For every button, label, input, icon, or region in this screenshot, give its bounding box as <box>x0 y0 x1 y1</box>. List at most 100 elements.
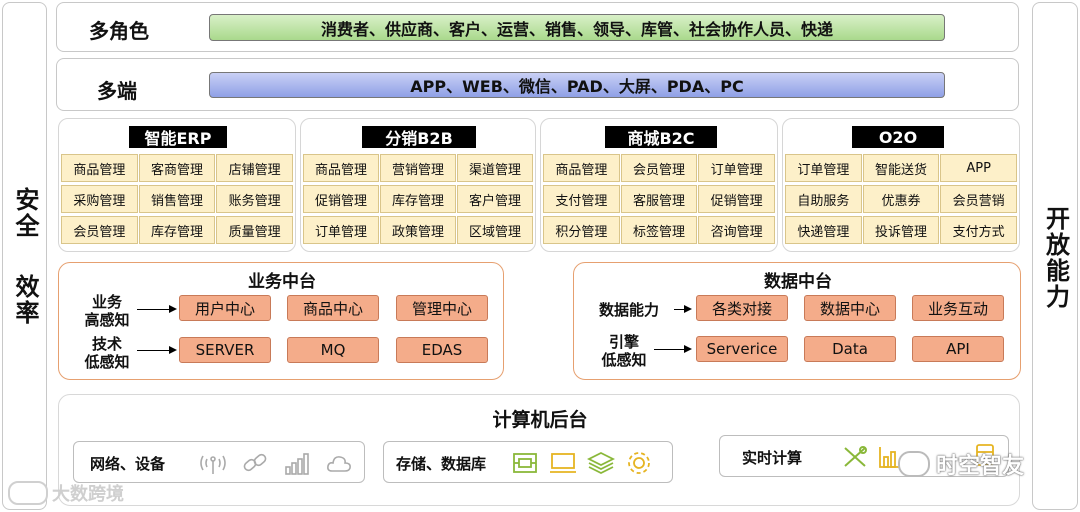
watermark-left: 大数跨境 <box>8 480 124 506</box>
group-b2c-cell: 积分管理 <box>543 216 620 244</box>
cloud-icon <box>324 448 354 478</box>
group-o2o-cell: 支付方式 <box>940 216 1017 244</box>
wifi-icon <box>198 448 228 478</box>
group-b2c: 商城B2C 商品管理 会员管理 订单管理支付管理 客服管理 促销管理积分管理 标签管理 咨询管… <box>540 118 778 252</box>
group-erp-cell: 采购管理 <box>61 185 138 213</box>
watermark-right: 时空智友 <box>898 448 1024 480</box>
left-side-panel: 安全 效率 <box>2 2 47 510</box>
group-o2o-cell: APP <box>940 154 1017 182</box>
group-erp-title: 智能ERP <box>129 126 227 148</box>
data-box: Data <box>804 336 896 362</box>
group-erp-cell: 商品管理 <box>61 154 138 182</box>
group-erp-cell: 会员管理 <box>61 216 138 244</box>
group-b2b: 分销B2B 商品管理 营销管理 渠道管理促销管理 库存管理 客户管理订单管理 政策管理 区域管… <box>300 118 536 252</box>
data-platform: 数据中台 数据能力 各类对接 数据中心 业务互动 引擎 低感知 Serveric… <box>573 262 1021 380</box>
group-erp-cell: 库存管理 <box>138 216 216 244</box>
efficiency-label: 效率 <box>11 274 39 326</box>
link-icon <box>240 448 270 478</box>
data-row2-label: 引擎 低感知 <box>601 333 647 369</box>
group-b2b-cell: 营销管理 <box>380 154 456 182</box>
watermark-left-icon <box>8 481 48 505</box>
realtime-computing-label: 实时计算 <box>742 449 803 467</box>
storage-database-box: 存储、数据库 <box>383 441 673 483</box>
group-o2o-cell: 投诉管理 <box>862 216 940 244</box>
group-o2o-cell: 订单管理 <box>785 154 862 182</box>
api-box: API <box>912 336 1004 362</box>
right-side-panel: 开放能力 <box>1032 2 1078 510</box>
group-b2b-cell: 订单管理 <box>303 216 379 244</box>
group-o2o-title: O2O <box>852 126 944 148</box>
data-row1-arrow <box>674 305 692 313</box>
roles-row: 多角色 消费者、供应商、客户、运营、销售、领导、库管、社会协作人员、快递 <box>56 2 1019 52</box>
management-center: 管理中心 <box>396 295 488 321</box>
layers-icon <box>586 448 616 478</box>
group-o2o-cell: 优惠券 <box>862 185 940 213</box>
watermark-left-text: 大数跨境 <box>52 484 124 505</box>
business-row1-label: 业务 高感知 <box>84 293 130 329</box>
roles-label: 多角色 <box>89 19 149 43</box>
group-b2b-cell: 渠道管理 <box>457 154 533 182</box>
signal-bars-icon <box>282 448 312 478</box>
edas-box: EDAS <box>396 337 488 363</box>
group-b2c-cell: 客服管理 <box>620 185 698 213</box>
group-b2b-cell: 区域管理 <box>457 216 533 244</box>
watermark-right-text: 时空智友 <box>936 454 1025 479</box>
group-b2c-cell: 支付管理 <box>543 185 620 213</box>
group-o2o-cell: 会员营销 <box>940 185 1017 213</box>
group-erp-cell: 客商管理 <box>138 154 216 182</box>
group-b2b-title: 分销B2B <box>362 126 476 148</box>
group-o2o-cell: 快递管理 <box>785 216 862 244</box>
wechat-icon <box>898 451 930 477</box>
group-o2o-cell: 自助服务 <box>785 185 862 213</box>
group-erp-cell: 销售管理 <box>138 185 216 213</box>
group-erp-cell: 账务管理 <box>216 185 293 213</box>
business-row2-arrow <box>137 346 177 354</box>
business-interaction-box: 业务互动 <box>912 295 1004 321</box>
group-b2c-cell: 订单管理 <box>698 154 775 182</box>
user-center: 用户中心 <box>179 295 271 321</box>
monitor-icon <box>548 448 578 478</box>
terminals-label: 多端 <box>97 79 137 103</box>
server-box: SERVER <box>179 337 271 363</box>
group-o2o: O2O 订单管理 智能送货 APP 自助服务 优惠券 会员营销快递管理 投诉管理 支付方式 <box>782 118 1020 252</box>
backend-title: 计算机后台 <box>492 409 588 431</box>
storage-database-label: 存储、数据库 <box>396 455 487 473</box>
business-platform: 业务中台 业务 高感知 用户中心 商品中心 管理中心 技术 低感知 SERVER… <box>58 262 504 380</box>
business-platform-title: 业务中台 <box>248 272 316 292</box>
serverice-box: Serverice <box>696 336 788 362</box>
data-center-box: 数据中心 <box>804 295 896 321</box>
tools-icon <box>840 442 870 472</box>
security-label: 安全 <box>11 187 39 239</box>
backend-panel: 计算机后台 网络、设备 存储、数据库 实时计算 <box>58 394 1020 506</box>
product-center: 商品中心 <box>287 295 379 321</box>
group-b2c-cell: 促销管理 <box>698 185 775 213</box>
group-b2c-cell: 会员管理 <box>620 154 698 182</box>
group-b2b-cell: 库存管理 <box>380 185 456 213</box>
business-row1-arrow <box>137 305 177 313</box>
network-devices-label: 网络、设备 <box>90 455 166 473</box>
group-b2c-cell: 商品管理 <box>543 154 620 182</box>
group-erp-cell: 店铺管理 <box>216 154 293 182</box>
terminals-row: 多端 APP、WEB、微信、PAD、大屏、PDA、PC <box>56 58 1019 111</box>
group-b2c-cell: 标签管理 <box>620 216 698 244</box>
group-b2c-title: 商城B2C <box>605 126 717 148</box>
network-devices-box: 网络、设备 <box>73 441 365 483</box>
mq-box: MQ <box>287 337 379 363</box>
group-b2b-cell: 客户管理 <box>457 185 533 213</box>
open-capability-label: 开放能力 <box>1041 206 1070 310</box>
terminals-bar: APP、WEB、微信、PAD、大屏、PDA、PC <box>209 72 945 98</box>
data-row1-label: 数据能力 <box>598 301 659 319</box>
group-b2c-cell: 咨询管理 <box>698 216 775 244</box>
group-erp-cell: 质量管理 <box>216 216 293 244</box>
data-row2-arrow <box>654 345 692 353</box>
circuit-board-icon <box>510 448 540 478</box>
group-erp: 智能ERP 商品管理 客商管理 店铺管理采购管理 销售管理 账务管理会员管理 库存管理 质量管… <box>58 118 296 252</box>
group-b2b-cell: 促销管理 <box>303 185 379 213</box>
gear-icon <box>624 448 654 478</box>
data-platform-title: 数据中台 <box>764 272 832 292</box>
integration-box: 各类对接 <box>696 295 788 321</box>
roles-bar: 消费者、供应商、客户、运营、销售、领导、库管、社会协作人员、快递 <box>209 14 945 41</box>
group-b2b-cell: 商品管理 <box>303 154 379 182</box>
group-o2o-cell: 智能送货 <box>862 154 940 182</box>
group-b2b-cell: 政策管理 <box>380 216 456 244</box>
